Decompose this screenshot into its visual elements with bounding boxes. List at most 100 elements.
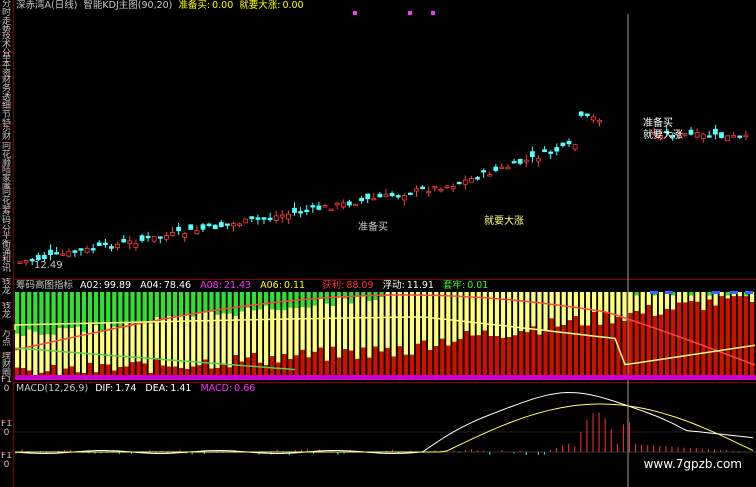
chip-profit-bar: [336, 357, 342, 378]
annotation-buy-upper: 准备买: [643, 116, 673, 129]
chip-float-bar: [598, 292, 603, 325]
chip-trap-bar: [185, 292, 190, 315]
price-candle: [243, 218, 249, 224]
chip-blue-mark: [712, 291, 720, 294]
price-candle: [414, 188, 419, 192]
price-candle: [267, 217, 273, 221]
price-candle: [346, 201, 352, 206]
chip-profit-bar: [555, 326, 560, 378]
price-candle: [505, 166, 511, 170]
chip-trap-bar: [725, 292, 730, 296]
chip-float-bar: [452, 292, 457, 342]
chip-float-bar: [172, 316, 178, 367]
price-candle: [700, 133, 706, 139]
price-candle: [218, 222, 224, 228]
price-candle: [566, 140, 572, 145]
chip-trap-bar: [178, 292, 184, 315]
chip-float-bar: [215, 314, 220, 368]
chip-trap-bar: [69, 292, 74, 328]
chip-float-bar: [525, 292, 530, 333]
chip-float-bar: [124, 321, 129, 367]
chip-trap-bar: [191, 292, 196, 317]
chip-profit-bar: [598, 324, 603, 378]
chip-profit-bar: [440, 338, 445, 378]
chart-canvas[interactable]: 12.49准备买就要大涨准备买就要大涨: [0, 0, 756, 487]
chip-float-bar: [324, 303, 330, 361]
price-candle: [572, 144, 578, 150]
chip-float-bar: [257, 309, 263, 363]
chip-float-bar: [561, 292, 566, 326]
chip-float-bar: [100, 330, 105, 364]
chip-profit-bar: [349, 350, 354, 378]
price-candle: [383, 193, 389, 197]
chip-profit-bar: [397, 346, 402, 378]
price-candle: [322, 205, 328, 208]
chip-profit-bar: [737, 296, 743, 378]
chip-trap-bar: [239, 292, 244, 312]
chip-float-bar: [336, 297, 342, 358]
chip-float-bar: [239, 311, 244, 362]
chip-profit-bar: [725, 298, 730, 378]
chip-float-bar: [555, 292, 560, 327]
chip-float-bar: [373, 299, 378, 347]
chip-float-bar: [513, 292, 518, 336]
chip-trap-bar: [21, 292, 26, 336]
price-candle: [255, 217, 261, 220]
chip-profit-bar: [488, 336, 494, 378]
price-candle: [72, 250, 78, 253]
chip-trap-bar: [634, 292, 639, 296]
chip-float-bar: [87, 323, 93, 363]
annotation-buy: 准备买: [358, 220, 388, 233]
price-candle: [304, 209, 310, 213]
low-price-label: 12.49: [34, 260, 63, 271]
chip-profit-bar: [549, 318, 554, 378]
chip-float-bar: [610, 292, 615, 324]
chip-float-bar: [233, 315, 238, 356]
price-candle: [273, 215, 279, 221]
price-candle: [60, 253, 66, 256]
chip-float-bar: [677, 292, 682, 303]
chip-float-bar: [640, 292, 645, 314]
price-candle: [145, 235, 151, 239]
chip-float-bar: [312, 305, 317, 352]
chip-trap-bar: [93, 292, 99, 326]
price-candle: [316, 205, 322, 210]
chip-profit-bar: [749, 302, 755, 378]
chip-trap-bar: [45, 292, 50, 335]
chip-float-bar: [282, 310, 287, 355]
price-candle: [713, 128, 718, 135]
chip-trap-bar: [81, 292, 87, 332]
chip-profit-bar: [470, 335, 475, 378]
price-candle: [206, 223, 212, 226]
price-candle: [481, 170, 487, 173]
chip-float-bar: [506, 292, 512, 338]
chip-trap-bar: [361, 292, 366, 296]
chip-float-bar: [63, 328, 68, 369]
chip-float-bar: [27, 329, 32, 371]
chip-float-bar: [737, 292, 743, 297]
chip-float-bar: [670, 295, 676, 310]
price-candle: [340, 202, 346, 208]
price-candle: [548, 151, 554, 154]
price-candle: [560, 142, 566, 146]
price-candle: [188, 224, 194, 230]
price-candle: [157, 236, 163, 239]
chip-profit-bar: [409, 354, 415, 378]
chip-profit-bar: [506, 337, 512, 378]
chip-blue-mark: [650, 291, 658, 294]
chip-float-bar: [743, 295, 749, 297]
chip-profit-bar: [500, 337, 506, 378]
chip-float-bar: [464, 292, 469, 332]
chip-trap-bar: [57, 292, 62, 328]
price-candle: [401, 195, 407, 201]
price-candle: [420, 186, 426, 189]
chip-float-bar: [543, 292, 548, 331]
price-candle: [237, 223, 243, 226]
chip-profit-bar: [677, 302, 682, 378]
price-candle: [115, 243, 120, 248]
chip-float-bar: [342, 298, 348, 350]
price-candle: [584, 113, 590, 117]
price-candle: [554, 147, 560, 152]
chip-float-bar: [306, 307, 311, 358]
price-candle: [578, 111, 584, 116]
